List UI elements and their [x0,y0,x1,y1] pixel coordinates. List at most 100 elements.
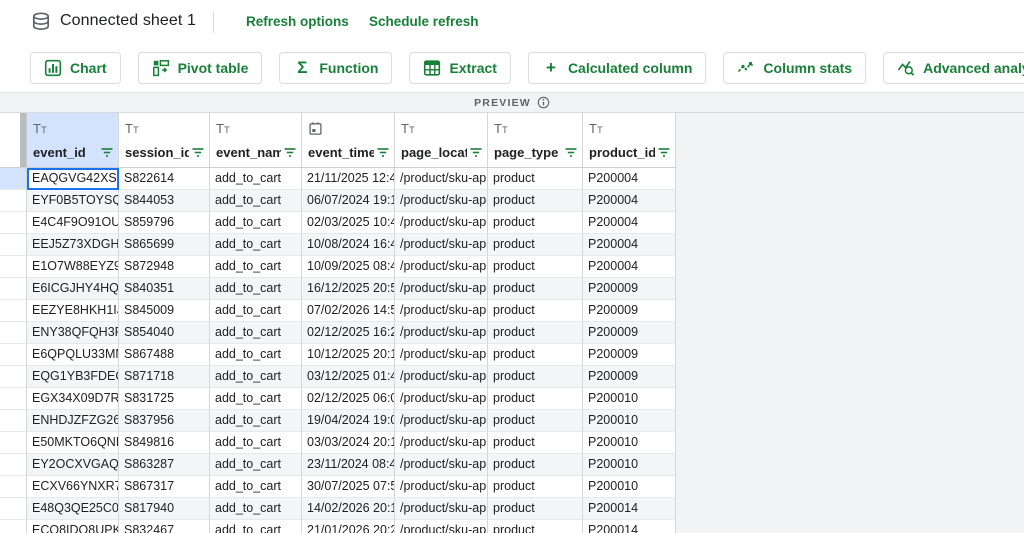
row-gutter-cell[interactable] [0,498,27,520]
toolbar-button-chart[interactable]: Chart [30,52,121,84]
filter-icon[interactable] [469,146,483,159]
row-gutter-cell[interactable] [0,168,27,190]
row-gutter-cell[interactable] [0,212,27,234]
cell-product_id[interactable]: P200004 [583,234,676,256]
toolbar-button-function[interactable]: Σ Function [279,52,393,84]
cell-event_name[interactable]: add_to_cart [210,168,302,190]
cell-event_time[interactable]: 21/01/2026 20:2 [302,520,395,533]
cell-event_time[interactable]: 02/12/2025 06:0 [302,388,395,410]
cell-product_id[interactable]: P200004 [583,212,676,234]
cell-session_id[interactable]: S854040 [119,322,210,344]
cell-page_location[interactable]: /product/sku-ap [395,388,488,410]
cell-session_id[interactable]: S845009 [119,300,210,322]
cell-page_type[interactable]: product [488,454,583,476]
cell-event_time[interactable]: 06/07/2024 19:1 [302,190,395,212]
column-header-page_location[interactable]: TT page_location [395,113,488,167]
cell-product_id[interactable]: P200009 [583,300,676,322]
cell-page_type[interactable]: product [488,234,583,256]
cell-session_id[interactable]: S849816 [119,432,210,454]
row-gutter-cell[interactable] [0,256,27,278]
cell-product_id[interactable]: P200009 [583,278,676,300]
row-gutter-cell[interactable] [0,476,27,498]
cell-event_name[interactable]: add_to_cart [210,498,302,520]
cell-product_id[interactable]: P200014 [583,498,676,520]
cell-page_location[interactable]: /product/sku-ap [395,520,488,533]
cell-page_type[interactable]: product [488,388,583,410]
cell-product_id[interactable]: P200004 [583,168,676,190]
cell-page_location[interactable]: /product/sku-ap [395,278,488,300]
toolbar-button-column-stats[interactable]: Column stats [723,52,867,84]
cell-event_time[interactable]: 03/12/2025 01:4 [302,366,395,388]
cell-page_type[interactable]: product [488,476,583,498]
row-gutter-cell[interactable] [0,190,27,212]
cell-event_name[interactable]: add_to_cart [210,190,302,212]
filter-icon[interactable] [191,146,205,159]
cell-session_id[interactable]: S822614 [119,168,210,190]
row-gutter-cell[interactable] [0,388,27,410]
cell-page_location[interactable]: /product/sku-ap [395,498,488,520]
cell-session_id[interactable]: S867317 [119,476,210,498]
cell-event_id[interactable]: EEZYE8HKH1IJ9 [27,300,119,322]
cell-event_name[interactable]: add_to_cart [210,454,302,476]
cell-event_name[interactable]: add_to_cart [210,256,302,278]
cell-event_time[interactable]: 02/03/2025 10:4 [302,212,395,234]
cell-event_id[interactable]: EY2OCXVGAQ3V [27,454,119,476]
cell-event_name[interactable]: add_to_cart [210,278,302,300]
cell-page_type[interactable]: product [488,366,583,388]
cell-page_type[interactable]: product [488,322,583,344]
cell-session_id[interactable]: S817940 [119,498,210,520]
cell-page_type[interactable]: product [488,168,583,190]
column-header-event_name[interactable]: TT event_name [210,113,302,167]
cell-page_location[interactable]: /product/sku-ap [395,300,488,322]
cell-event_time[interactable]: 14/02/2026 20:1 [302,498,395,520]
cell-event_name[interactable]: add_to_cart [210,432,302,454]
filter-icon[interactable] [564,146,578,159]
cell-event_id[interactable]: EAQGVG42XSXA [27,168,119,190]
cell-page_location[interactable]: /product/sku-ap [395,410,488,432]
cell-page_location[interactable]: /product/sku-ap [395,190,488,212]
cell-session_id[interactable]: S859796 [119,212,210,234]
cell-event_name[interactable]: add_to_cart [210,366,302,388]
cell-product_id[interactable]: P200009 [583,344,676,366]
cell-event_name[interactable]: add_to_cart [210,388,302,410]
cell-page_location[interactable]: /product/sku-ap [395,322,488,344]
cell-event_name[interactable]: add_to_cart [210,344,302,366]
toolbar-button-extract[interactable]: Extract [409,52,511,84]
cell-session_id[interactable]: S865699 [119,234,210,256]
toolbar-button-calculated-column[interactable]: + Calculated column [527,52,707,84]
cell-event_id[interactable]: E4C4F9O91OUV [27,212,119,234]
toolbar-button-pivot-table[interactable]: Pivot table [137,52,263,84]
column-header-event_id[interactable]: TT event_id [27,113,119,167]
cell-event_name[interactable]: add_to_cart [210,300,302,322]
filter-icon[interactable] [283,146,297,159]
row-gutter-cell[interactable] [0,322,27,344]
cell-event_time[interactable]: 07/02/2026 14:5 [302,300,395,322]
cell-event_time[interactable]: 02/12/2025 16:2 [302,322,395,344]
cell-event_id[interactable]: EEJ5Z73XDGHB [27,234,119,256]
row-gutter-cell[interactable] [0,234,27,256]
cell-product_id[interactable]: P200009 [583,322,676,344]
cell-event_name[interactable]: add_to_cart [210,410,302,432]
cell-event_id[interactable]: EQG1YB3FDEQZ [27,366,119,388]
cell-page_type[interactable]: product [488,344,583,366]
cell-page_location[interactable]: /product/sku-ap [395,476,488,498]
cell-page_location[interactable]: /product/sku-ap [395,212,488,234]
cell-page_location[interactable]: /product/sku-ap [395,168,488,190]
cell-event_id[interactable]: EYF0B5TOYSQ8 [27,190,119,212]
cell-product_id[interactable]: P200010 [583,410,676,432]
row-gutter-cell[interactable] [0,520,27,533]
refresh-options-link[interactable]: Refresh options [246,14,349,29]
cell-event_name[interactable]: add_to_cart [210,212,302,234]
cell-event_time[interactable]: 03/03/2024 20:1 [302,432,395,454]
column-header-session_id[interactable]: TT session_id [119,113,210,167]
row-gutter-cell[interactable] [0,300,27,322]
cell-page_type[interactable]: product [488,520,583,533]
cell-page_type[interactable]: product [488,432,583,454]
cell-product_id[interactable]: P200010 [583,476,676,498]
cell-session_id[interactable]: S867488 [119,344,210,366]
cell-page_location[interactable]: /product/sku-ap [395,432,488,454]
cell-product_id[interactable]: P200004 [583,256,676,278]
cell-page_type[interactable]: product [488,498,583,520]
cell-page_location[interactable]: /product/sku-ap [395,366,488,388]
cell-event_id[interactable]: E6QPQLU33MM [27,344,119,366]
